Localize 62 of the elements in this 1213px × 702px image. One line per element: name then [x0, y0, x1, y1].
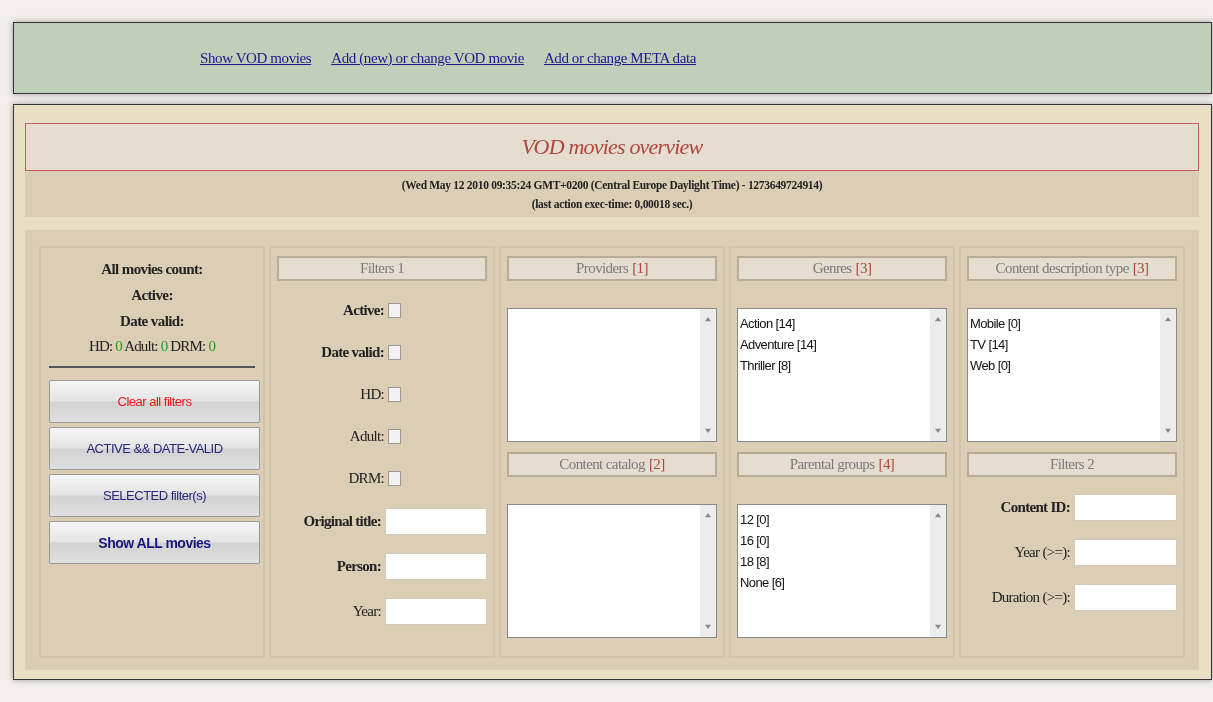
field-label: Year (>=):: [1014, 544, 1070, 561]
scrollbar[interactable]: [700, 505, 716, 637]
input-field[interactable]: [1074, 539, 1177, 566]
nav-link[interactable]: Show VOD movies: [200, 49, 312, 67]
field-label: Original title:: [303, 513, 381, 530]
filter-button[interactable]: ACTIVE && DATE-VALID: [49, 427, 260, 470]
list-box[interactable]: Mobile [0] TV [14] Web [0]: [967, 308, 1177, 442]
exec-time: (last action exec-time: 0,00018 sec.): [530, 197, 694, 213]
input-field[interactable]: [385, 508, 487, 535]
stat-label: Active:: [130, 286, 174, 305]
list-item[interactable]: 18 [8]: [740, 551, 928, 572]
checkbox-label: Active:: [343, 301, 384, 319]
section-heading: Providers [1]: [507, 256, 717, 281]
field-label: Year:: [352, 603, 381, 620]
stat-label: All movies count:: [100, 260, 204, 279]
list-item[interactable]: Thriller [8]: [740, 355, 928, 376]
stat-label: Date valid:: [119, 312, 185, 331]
checkbox-label: Date valid:: [321, 343, 384, 361]
list-item[interactable]: 16 [0]: [740, 530, 928, 551]
list-box[interactable]: [507, 504, 717, 638]
checkbox[interactable]: [388, 344, 401, 360]
filter-button[interactable]: SELECTED filter(s): [49, 474, 260, 517]
nav-link[interactable]: Add (new) or change VOD movie: [331, 49, 524, 67]
checkbox[interactable]: [388, 302, 401, 318]
input-field[interactable]: [385, 598, 487, 625]
counts-line: HD: 0Adult: 0 DRM: 0: [87, 337, 217, 356]
section-heading: Filters 1: [277, 256, 487, 281]
field-label: Content ID:: [1000, 499, 1070, 516]
scrollbar[interactable]: [1160, 309, 1176, 441]
scrollbar[interactable]: [930, 309, 946, 441]
list-box[interactable]: 12 [0] 16 [0] 18 [8] None [6]: [737, 504, 947, 638]
scrollbar[interactable]: [930, 505, 946, 637]
checkbox-label: DRM:: [348, 469, 384, 487]
list-item[interactable]: Action [14]: [740, 313, 928, 334]
filter-button[interactable]: Show ALL movies: [49, 521, 260, 564]
section-heading: Content description type [3]: [967, 256, 1177, 281]
checkbox[interactable]: [388, 470, 401, 486]
checkbox[interactable]: [388, 386, 401, 402]
list-box[interactable]: [507, 308, 717, 442]
nav-link[interactable]: Add or change META data: [543, 49, 696, 67]
input-field[interactable]: [1074, 494, 1177, 521]
checkbox-label: HD:: [360, 385, 384, 403]
list-item[interactable]: None [6]: [740, 572, 928, 593]
field-label: Person:: [336, 558, 381, 575]
list-item[interactable]: Web [0]: [970, 355, 1158, 376]
checkbox[interactable]: [388, 428, 401, 444]
list-box[interactable]: Action [14] Adventure [14] Thriller [8]: [737, 308, 947, 442]
list-item[interactable]: Adventure [14]: [740, 334, 928, 355]
section-heading: Genres [3]: [737, 256, 947, 281]
section-heading: Content catalog [2]: [507, 452, 717, 477]
field-label: Duration (>=):: [991, 589, 1070, 606]
page-title: VOD movies overview: [521, 134, 703, 160]
scrollbar[interactable]: [700, 309, 716, 441]
list-item[interactable]: TV [14]: [970, 334, 1158, 355]
section-heading: Filters 2: [967, 452, 1177, 477]
section-heading: Parental groups [4]: [737, 452, 947, 477]
input-field[interactable]: [385, 553, 487, 580]
list-item[interactable]: Mobile [0]: [970, 313, 1158, 334]
list-item[interactable]: 12 [0]: [740, 509, 928, 530]
timestamp: (Wed May 12 2010 09:35:24 GMT+0200 (Central Europe Daylight Time) - 1273649724914): [400, 178, 824, 194]
input-field[interactable]: [1074, 584, 1177, 611]
checkbox-label: Adult:: [349, 427, 384, 445]
